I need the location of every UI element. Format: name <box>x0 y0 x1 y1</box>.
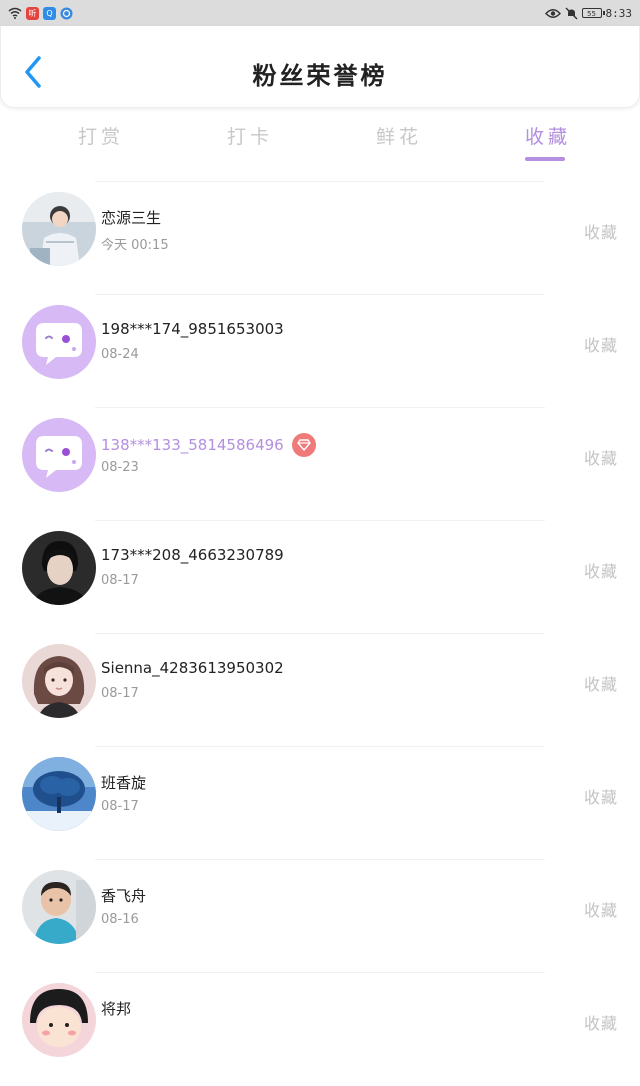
tab-checkin[interactable]: 打卡 <box>227 122 273 149</box>
wifi-icon <box>8 7 22 19</box>
avatar[interactable] <box>22 644 96 718</box>
fan-name-text: 班香旋 <box>101 774 147 792</box>
tab-tips[interactable]: 打赏 <box>78 122 124 149</box>
fan-name: 173***208_4663230789 <box>101 546 284 564</box>
status-left: 听 Q <box>8 6 73 20</box>
header: 粉丝荣誉榜 <box>0 26 640 108</box>
chat-bubble-icon <box>22 418 96 492</box>
list-item[interactable]: 138***133_5814586496 08-23 收藏 <box>0 408 640 521</box>
fan-name: 香飞舟 <box>101 885 146 906</box>
list-item[interactable]: 173***208_4663230789 08-17 收藏 <box>0 521 640 634</box>
list-item[interactable]: 恋源三生 今天 00:15 收藏 <box>0 182 640 295</box>
child-photo-icon <box>22 870 96 944</box>
fan-name: 138***133_5814586496 <box>101 433 316 457</box>
favorite-button[interactable]: 收藏 <box>584 219 618 243</box>
list-item[interactable]: 班香旋 08-17 收藏 <box>0 747 640 860</box>
person-photo-icon <box>22 531 96 605</box>
fan-name-text: 将邦 <box>101 1000 132 1018</box>
list-item[interactable]: 将邦 收藏 <box>0 973 640 1086</box>
mute-bell-icon <box>565 7 577 19</box>
cartoon-girl-icon <box>22 983 96 1057</box>
fan-date: 08-24 <box>101 347 139 362</box>
list-item[interactable]: Sienna_4283613950302 08-17 收藏 <box>0 634 640 747</box>
avatar[interactable] <box>22 192 96 266</box>
avatar[interactable] <box>22 305 96 379</box>
fan-list: 恋源三生 今天 00:15 收藏 198***174_9851653003 08… <box>0 182 640 1086</box>
tree-photo-icon <box>22 757 96 831</box>
tab-favorites[interactable]: 收藏 <box>525 122 571 149</box>
clock: 8:33 <box>605 6 633 20</box>
avatar[interactable] <box>22 983 96 1057</box>
chat-bubble-icon <box>22 305 96 379</box>
favorite-button[interactable]: 收藏 <box>584 445 618 469</box>
fan-name-text: 香飞舟 <box>101 887 147 905</box>
eye-icon <box>544 8 561 18</box>
fan-name-text: 173***208_4663230789 <box>101 546 284 564</box>
fan-name: 将邦 <box>101 998 131 1019</box>
fan-date: 08-16 <box>101 912 139 927</box>
page-title: 粉丝荣誉榜 <box>252 62 388 90</box>
fan-date: 08-17 <box>101 686 139 701</box>
favorite-button[interactable]: 收藏 <box>584 332 618 356</box>
avatar[interactable] <box>22 870 96 944</box>
fan-date: 今天 00:15 <box>101 238 169 253</box>
fan-name: 班香旋 <box>101 772 146 793</box>
tab-flowers[interactable]: 鲜花 <box>376 122 422 149</box>
fan-date: 08-17 <box>101 573 139 588</box>
list-item[interactable]: 香飞舟 08-16 收藏 <box>0 860 640 973</box>
avatar[interactable] <box>22 418 96 492</box>
active-tab-indicator <box>525 157 565 161</box>
diamond-icon <box>291 433 316 457</box>
avatar[interactable] <box>22 757 96 831</box>
app-notification-icon: 听 <box>26 6 39 20</box>
favorite-button[interactable]: 收藏 <box>584 784 618 808</box>
fan-name-text: 138***133_5814586496 <box>101 436 284 454</box>
fan-date: 08-17 <box>101 799 139 814</box>
favorite-button[interactable]: 收藏 <box>584 558 618 582</box>
fan-name: Sienna_4283613950302 <box>101 659 284 677</box>
search-app-icon: Q <box>43 6 56 20</box>
fan-date: 08-23 <box>101 460 139 475</box>
fan-name-text: 恋源三生 <box>101 209 162 227</box>
fan-name: 恋源三生 <box>101 207 161 228</box>
browser-icon <box>60 7 73 19</box>
status-bar: 听 Q 55 8:33 <box>0 0 640 26</box>
list-item[interactable]: 198***174_9851653003 08-24 收藏 <box>0 295 640 408</box>
favorite-button[interactable]: 收藏 <box>584 671 618 695</box>
fan-name-text: Sienna_4283613950302 <box>101 659 284 677</box>
status-right: 55 8:33 <box>544 6 633 20</box>
person-photo-icon <box>22 644 96 718</box>
avatar[interactable] <box>22 531 96 605</box>
battery-indicator: 55 <box>581 8 605 18</box>
fan-name-text: 198***174_9851653003 <box>101 320 284 338</box>
tab-bar: 打赏 打卡 鲜花 收藏 <box>0 112 640 182</box>
favorite-button[interactable]: 收藏 <box>584 1010 618 1034</box>
favorite-button[interactable]: 收藏 <box>584 897 618 921</box>
person-photo-icon <box>22 192 96 266</box>
fan-name: 198***174_9851653003 <box>101 320 284 338</box>
